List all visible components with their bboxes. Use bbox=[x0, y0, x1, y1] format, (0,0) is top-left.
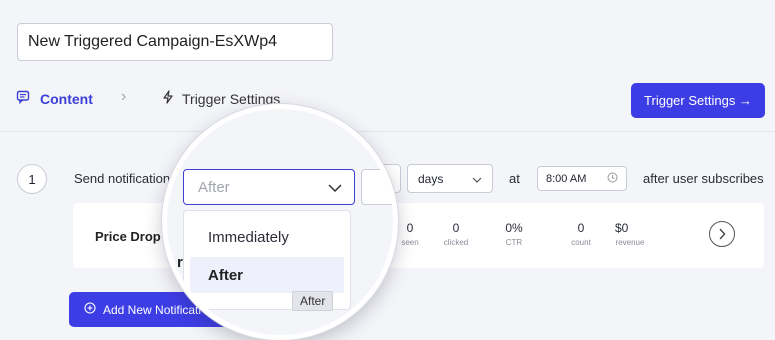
stat-revenue: $0 revenue bbox=[615, 221, 645, 247]
stat-label: count bbox=[571, 238, 591, 247]
stat-label: seen bbox=[401, 238, 419, 247]
unit-select[interactable]: days bbox=[407, 164, 493, 193]
campaign-name-input[interactable]: New Triggered Campaign-EsXWp4 bbox=[17, 23, 333, 61]
lightning-icon bbox=[162, 90, 174, 107]
clock-icon bbox=[607, 172, 618, 186]
option-immediately[interactable]: Immediately bbox=[190, 219, 344, 255]
chevron-right-icon[interactable] bbox=[709, 221, 735, 247]
chat-bubble-icon bbox=[16, 90, 30, 107]
stat-clicked: 0 clicked bbox=[443, 221, 469, 247]
unit-select-value: days bbox=[418, 171, 444, 186]
stat-label: CTR bbox=[505, 238, 523, 247]
time-input[interactable]: 8:00 AM bbox=[537, 166, 627, 191]
step-number: 1 bbox=[17, 164, 47, 194]
send-notification-label: Send notification bbox=[74, 171, 171, 186]
after-subscribes-label: after user subscribes bbox=[643, 171, 764, 186]
delay-amount-input-zoomed[interactable] bbox=[361, 169, 393, 205]
tab-separator: › bbox=[121, 88, 127, 105]
stat-count: 0 count bbox=[570, 221, 592, 247]
plus-circle-icon bbox=[84, 302, 96, 317]
stat-seen: 0 seen bbox=[398, 221, 422, 247]
chevron-down-icon bbox=[472, 172, 482, 186]
stat-value: 0 bbox=[406, 221, 414, 235]
option-after[interactable]: After bbox=[190, 257, 344, 293]
trigger-settings-button[interactable]: Trigger Settings → bbox=[631, 83, 765, 118]
chevron-down-icon bbox=[328, 179, 342, 196]
tab-content[interactable]: Content bbox=[16, 90, 93, 107]
stat-label: revenue bbox=[615, 238, 645, 247]
timing-select-value: After bbox=[198, 178, 230, 196]
time-value: 8:00 AM bbox=[546, 172, 587, 185]
stat-value: 0 bbox=[577, 221, 585, 235]
stat-value: 0 bbox=[452, 221, 460, 235]
stat-value: 0% bbox=[505, 221, 523, 235]
at-label: at bbox=[509, 171, 520, 186]
stat-ctr: 0% CTR bbox=[500, 221, 528, 247]
stat-value: $0 bbox=[615, 221, 629, 235]
timing-select[interactable]: After bbox=[183, 169, 355, 205]
tooltip: After bbox=[292, 291, 334, 311]
tab-content-label: Content bbox=[40, 90, 93, 107]
stat-label: clicked bbox=[443, 238, 469, 247]
magnifier-lens: rt After Immediately After After bbox=[162, 104, 398, 340]
